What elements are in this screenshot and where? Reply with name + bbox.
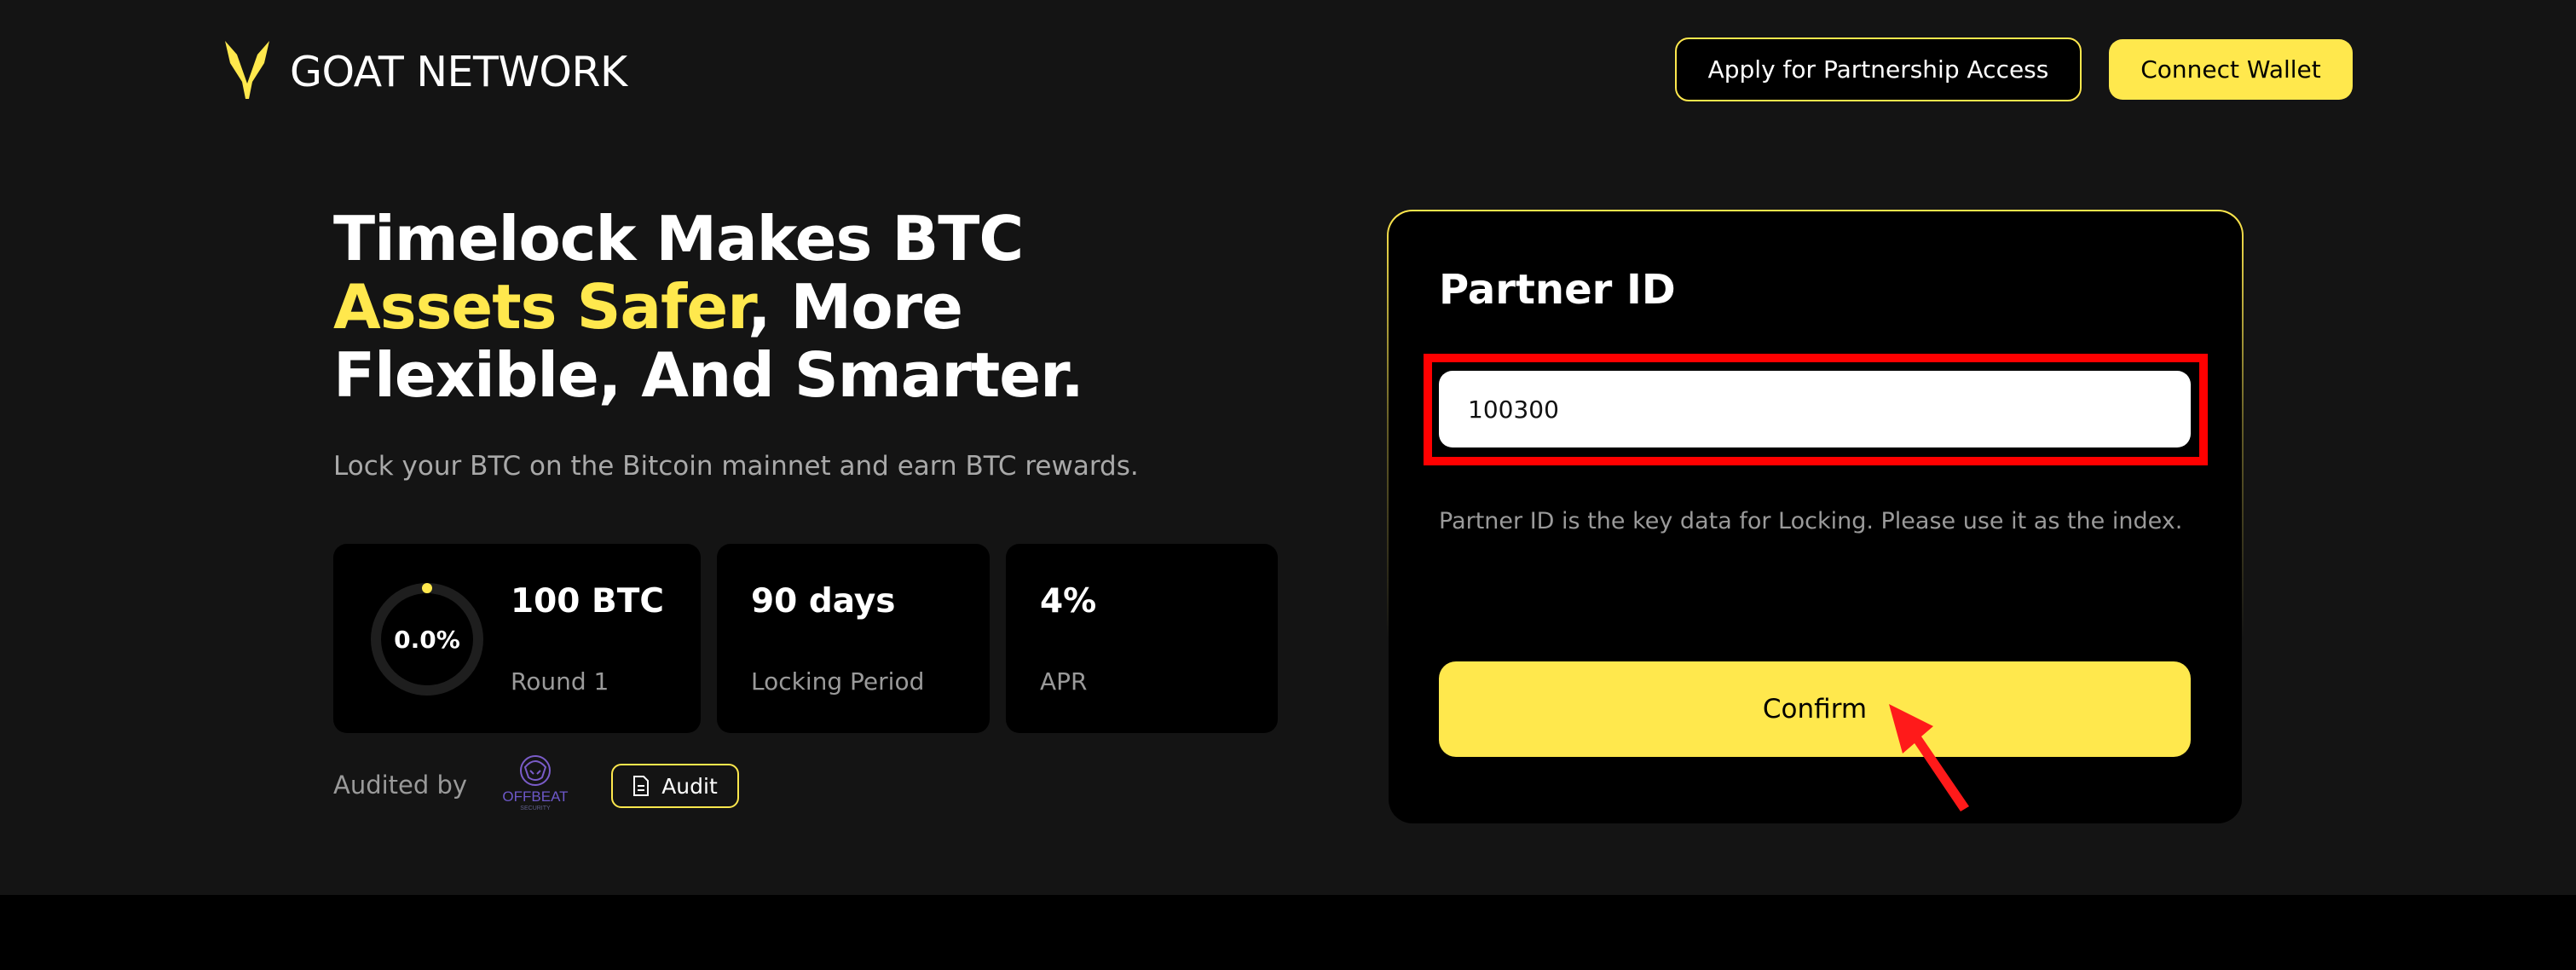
round-stat-card: 0.0% 100 BTC Round 1 — [333, 544, 701, 733]
round-label: Round 1 — [511, 667, 609, 696]
footer-strip — [0, 895, 2576, 970]
apr-stat-card: 4% APR — [1006, 544, 1278, 733]
audit-button[interactable]: Audit — [611, 764, 739, 808]
connect-wallet-button[interactable]: Connect Wallet — [2109, 39, 2353, 100]
headline-accent: Assets Safer — [333, 271, 748, 343]
annotation-arrow-icon — [1889, 704, 1969, 811]
partner-id-input[interactable] — [1439, 371, 2191, 447]
apply-partnership-button[interactable]: Apply for Partnership Access — [1675, 38, 2082, 101]
audited-by-label: Audited by — [333, 771, 468, 800]
audit-button-label: Audit — [661, 773, 718, 799]
period-value: 90 days — [751, 582, 896, 621]
progress-percent: 0.0% — [394, 625, 460, 654]
offbeat-security-logo[interactable]: OFFBEAT SECURITY — [493, 752, 578, 811]
document-icon — [633, 776, 650, 796]
panel-title: Partner ID — [1439, 266, 1676, 314]
hero-subtitle: Lock your BTC on the Bitcoin mainnet and… — [333, 451, 1139, 482]
svg-text:SECURITY: SECURITY — [520, 805, 551, 811]
goat-logo-icon[interactable] — [223, 39, 271, 101]
period-label: Locking Period — [751, 667, 925, 696]
confirm-button[interactable]: Confirm — [1439, 661, 2191, 757]
page: GOAT NETWORK Apply for Partnership Acces… — [0, 0, 2576, 895]
svg-text:OFFBEAT: OFFBEAT — [502, 788, 568, 805]
apr-label: APR — [1040, 667, 1088, 696]
headline-part-1: Timelock Makes BTC — [333, 203, 1024, 274]
hero-headline: Timelock Makes BTC Assets Safer, More Fl… — [333, 205, 1228, 409]
apr-value: 4% — [1040, 582, 1097, 621]
partner-id-hint: Partner ID is the key data for Locking. … — [1439, 508, 2183, 534]
period-stat-card: 90 days Locking Period — [717, 544, 990, 733]
brand-name[interactable]: GOAT NETWORK — [290, 46, 627, 99]
round-amount: 100 BTC — [511, 582, 664, 621]
